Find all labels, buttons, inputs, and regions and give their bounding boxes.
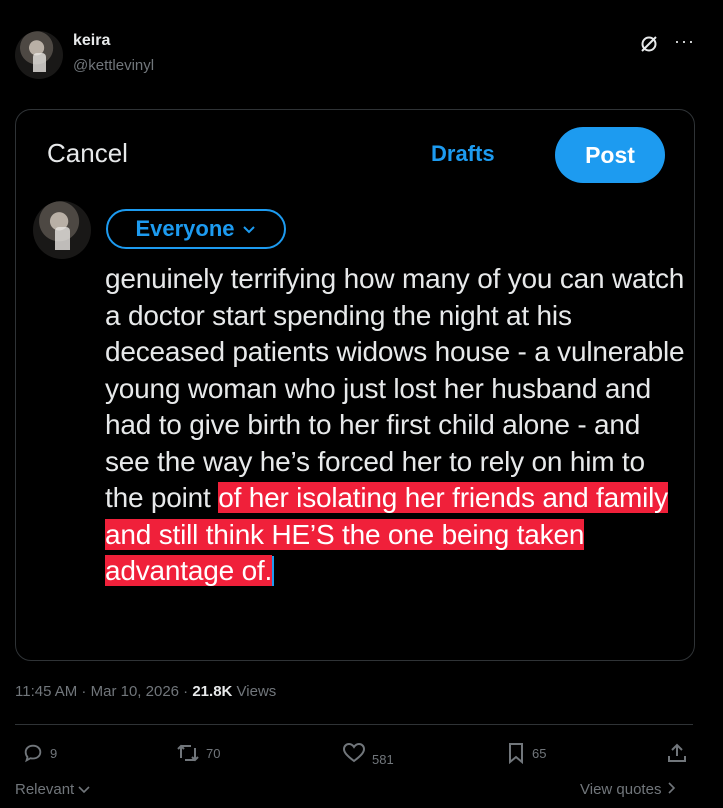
audience-selector: Everyone	[106, 209, 286, 249]
reply-icon	[24, 744, 42, 763]
share-icon[interactable]	[666, 742, 688, 764]
more-icon[interactable]: ···	[674, 31, 695, 52]
audience-label: Everyone	[135, 216, 235, 241]
reply-button[interactable]: 9	[22, 742, 57, 764]
grok-icon[interactable]	[639, 34, 659, 54]
views-count: 21.8K	[192, 683, 233, 700]
author-handle[interactable]: @kettlevinyl	[73, 57, 154, 74]
chevron-right-icon	[668, 782, 675, 794]
post-timestamp: 11:45 AM · Mar 10, 2026 · 21.8K Views	[15, 683, 277, 700]
compose-avatar	[33, 201, 91, 259]
cancel-button: Cancel	[47, 138, 128, 168]
text-cursor	[272, 556, 275, 586]
screenshot-media[interactable]: Cancel Drafts Post Everyone genuinely te…	[15, 109, 695, 661]
divider	[15, 724, 693, 725]
replies-sort-label: Relevant	[15, 781, 75, 798]
author-avatar[interactable]	[15, 31, 63, 79]
replies-sort-dropdown[interactable]: Relevant	[15, 781, 90, 798]
heart-icon	[342, 742, 366, 763]
chevron-down-icon	[78, 786, 90, 794]
post-date[interactable]: Mar 10, 2026	[91, 683, 179, 700]
bookmark-button[interactable]: 65	[506, 742, 546, 764]
author-name[interactable]: keira	[73, 32, 110, 50]
bookmark-count: 65	[532, 745, 547, 761]
view-quotes-link[interactable]: View quotes	[580, 781, 676, 798]
views-label: Views	[236, 683, 277, 700]
view-quotes-label: View quotes	[580, 781, 662, 798]
repost-count: 70	[206, 745, 221, 761]
chevron-down-icon	[242, 226, 255, 234]
drafts-button: Drafts	[431, 141, 495, 166]
compose-text: genuinely terrifying how many of you can…	[105, 261, 685, 590]
post-time[interactable]: 11:45 AM	[15, 683, 77, 700]
repost-button[interactable]: 70	[176, 742, 220, 764]
repost-icon	[177, 744, 199, 762]
like-button[interactable]: 581	[342, 742, 394, 767]
like-count: 581	[372, 751, 394, 767]
bookmark-icon	[509, 743, 523, 764]
post-button: Post	[555, 127, 665, 183]
compose-text-plain: genuinely terrifying how many of you can…	[105, 263, 685, 513]
reply-count: 9	[50, 745, 58, 761]
